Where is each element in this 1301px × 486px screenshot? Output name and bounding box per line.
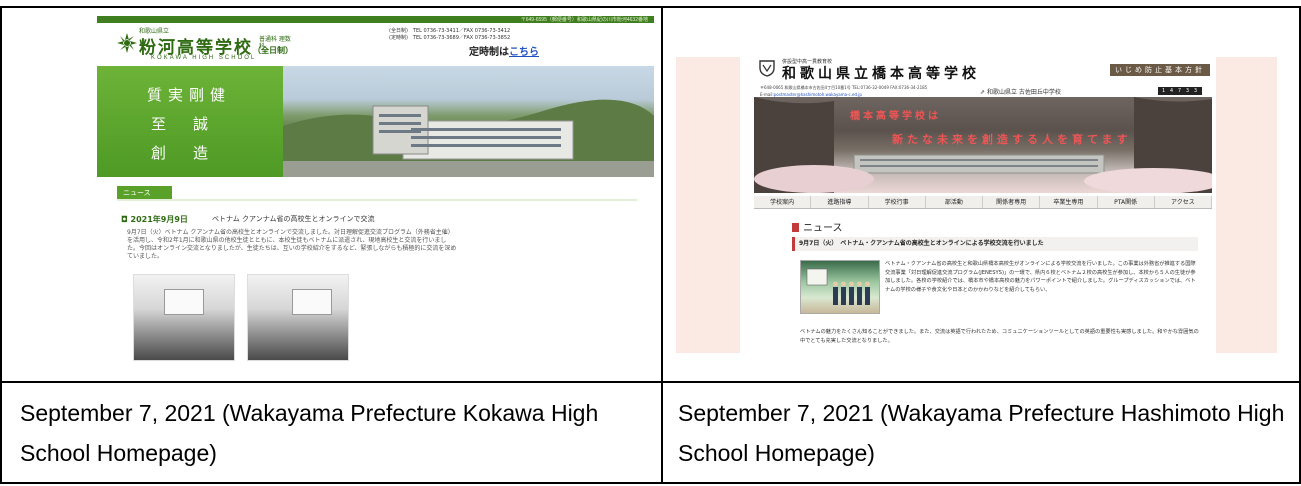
junior-high-link-text: 和歌山県立 古佐田丘中学校 bbox=[986, 89, 1061, 96]
bullet-icon: ◘ bbox=[121, 215, 131, 224]
kokawa-motto-line-2: 至 誠 bbox=[151, 115, 215, 133]
hashimoto-article-body-continued: ベトナムの魅力をたくさん知ることができました。また、交流は英語で行われたため、コ… bbox=[800, 329, 1199, 344]
hashimoto-nav-bar: 学校案内 進路指導 学校行事 部活動 関係者専用 卒業生専用 PTA関係 アクセ… bbox=[754, 196, 1212, 209]
hashimoto-school-name[interactable]: 和歌山県立橋本高等学校 bbox=[782, 63, 980, 83]
kokawa-motto-line-3: 創 造 bbox=[151, 144, 215, 162]
hashimoto-news-heading: ニュース bbox=[792, 219, 843, 234]
external-link-icon: ⇗ bbox=[980, 89, 987, 96]
visitor-counter: 1 4 7 3 3 3 bbox=[1158, 87, 1202, 102]
kokawa-english-name: KOKAWA HIGH SCHOOL bbox=[151, 55, 257, 61]
hashimoto-homepage-screenshot: 併設型中高一貫教育校 和歌山県立橋本高等学校 いじめ防止基本方針 〒648-00… bbox=[740, 57, 1216, 353]
projector-screen bbox=[292, 289, 332, 315]
hashimoto-article-title[interactable]: 9月7日（火） ベトナム・クアンナム省の高校生とオンラインによる学校交流を行いま… bbox=[792, 237, 1198, 251]
kokawa-article-title[interactable]: ベトナム クアンナム省の高校生とオンラインで交流 bbox=[212, 214, 375, 224]
kokawa-article-date-text: 2021年9月9日 bbox=[130, 215, 188, 224]
hashimoto-news-heading-text: ニュース bbox=[803, 223, 843, 234]
hashimoto-address-line: 〒648-0065 和歌山県橋本市古佐田4丁目10番1号 TEL:0736-32… bbox=[760, 85, 928, 90]
nav-item-career-guidance[interactable]: 進路指導 bbox=[811, 196, 869, 208]
nav-item-alumni-only[interactable]: 卒業生専用 bbox=[1040, 196, 1098, 208]
nav-item-school-events[interactable]: 学校行事 bbox=[869, 196, 926, 208]
hashimoto-address: 〒648-0065 和歌山県橋本市古佐田4丁目10番1号 TEL:0736-32… bbox=[760, 84, 927, 98]
kokawa-contact: (全日制) TEL 0736-73-3411／FAX 0736-73-3412 … bbox=[389, 28, 510, 42]
nav-item-staff-only[interactable]: 関係者専用 bbox=[983, 196, 1041, 208]
kokawa-homepage-screenshot: 〒649-6595（郵便番号）和歌山県紀の川市粉河4632番地 和歌山県立 粉河… bbox=[97, 16, 654, 371]
kokawa-news-tab[interactable]: ニュース bbox=[117, 186, 172, 199]
students-photo-illustration bbox=[806, 268, 870, 305]
nav-item-school-guide[interactable]: 学校案内 bbox=[754, 196, 812, 208]
nav-item-access[interactable]: アクセス bbox=[1155, 196, 1212, 208]
kokawa-article-date: ◘ 2021年9月9日 bbox=[121, 214, 188, 225]
kokawa-news-rule bbox=[117, 199, 637, 201]
kokawa-top-strip: 〒649-6595（郵便番号）和歌山県紀の川市粉河4632番地 bbox=[97, 16, 654, 23]
hashimoto-article-photo bbox=[800, 260, 880, 314]
hashimoto-slogan-line-2: 新たな未来を創造する人を育てます bbox=[892, 133, 1132, 146]
kokawa-top-strip-text: 〒649-6595（郵便番号）和歌山県紀の川市粉河4632番地 bbox=[520, 17, 648, 23]
kokawa-teiji-text: 定時制は bbox=[469, 47, 509, 58]
kokawa-article-body: 9月7日（火）ベトナム クアンナム省の高校生とオンラインで交流しました。対日理解… bbox=[127, 229, 457, 260]
school-emblem-icon bbox=[759, 60, 775, 77]
table-divider-horizontal bbox=[2, 381, 1299, 383]
caption-hashimoto: September 7, 2021 (Wakayama Prefecture H… bbox=[678, 400, 1285, 466]
hashimoto-slogan-line-1: 橋本高等学校は bbox=[850, 111, 941, 122]
kokawa-contact-night: (定時制) TEL 0736-73-3689／FAX 0736-73-3852 bbox=[389, 35, 511, 41]
kokawa-campus-photo bbox=[283, 66, 654, 177]
kokawa-motto-line-1: 質実剛健 bbox=[147, 86, 232, 104]
projector-screen bbox=[164, 289, 204, 315]
anti-bullying-policy-button[interactable]: いじめ防止基本方針 bbox=[1110, 64, 1210, 76]
kokawa-teiji-notice: 定時制はこちら bbox=[469, 43, 539, 58]
nav-item-pta[interactable]: PTA関係 bbox=[1098, 196, 1155, 208]
kokawa-article-photo-1 bbox=[133, 274, 235, 361]
kokawa-contact-day: (全日制) TEL 0736-73-3411／FAX 0736-73-3412 bbox=[389, 28, 511, 34]
hashimoto-article-body: ベトナム・クアンナム省の高校生と和歌山県橋本高校生がオンラインによる学校交流を行… bbox=[885, 261, 1196, 293]
kokawa-teiji-link[interactable]: こちら bbox=[509, 47, 539, 58]
caption-kokawa: September 7, 2021 (Wakayama Prefecture K… bbox=[20, 400, 599, 466]
kokawa-courses: 普通科 理数科 bbox=[259, 36, 291, 50]
kokawa-article-photo-2 bbox=[247, 274, 349, 361]
school-emblem-icon bbox=[117, 33, 137, 53]
kokawa-motto-panel: 質実剛健 至 誠 創 造 bbox=[97, 66, 283, 177]
junior-high-link[interactable]: ⇗ 和歌山県立 古佐田丘中学校 bbox=[980, 87, 1061, 96]
campus-building-illustration bbox=[283, 99, 654, 177]
nav-item-clubs[interactable]: 部活動 bbox=[926, 196, 983, 208]
table-divider-vertical bbox=[661, 8, 663, 484]
square-bullet-icon bbox=[792, 223, 799, 232]
